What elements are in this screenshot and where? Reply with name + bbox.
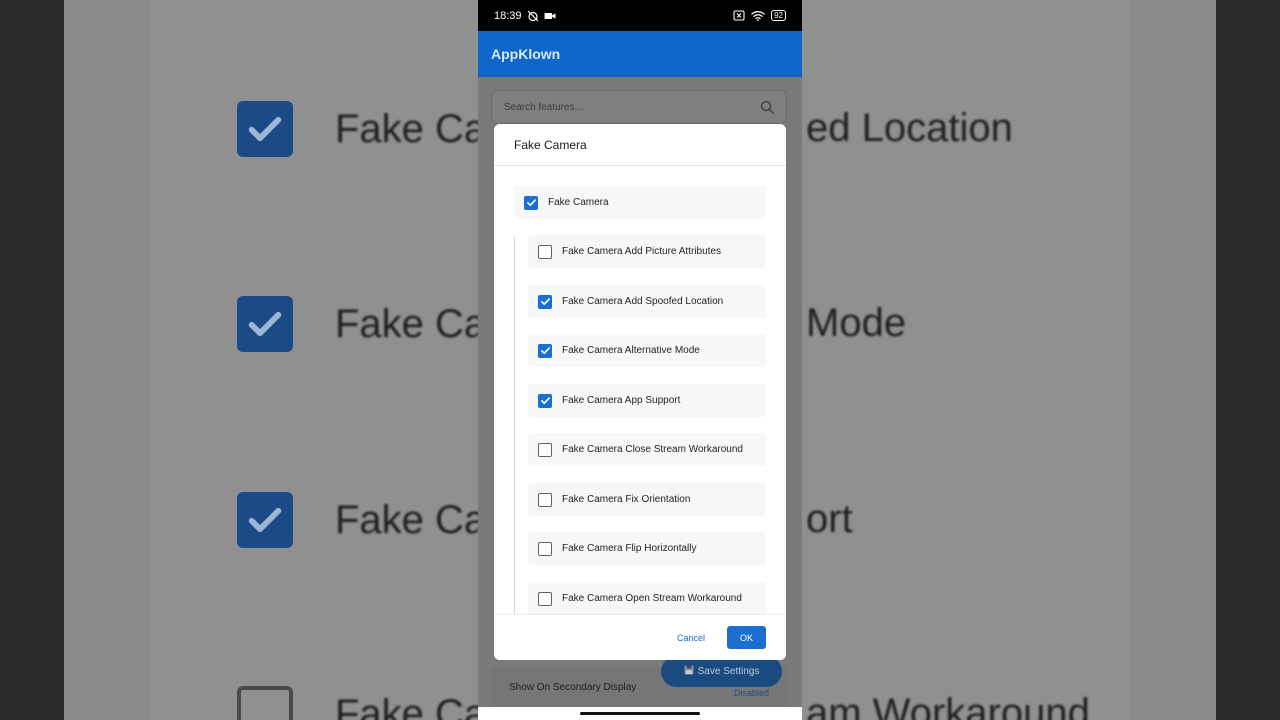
master-checkbox-row[interactable]: Fake Camera [514,186,766,219]
status-bar: 18:39 92 [478,0,802,31]
checkmark-icon [248,311,282,337]
alarm-off-icon [527,10,539,22]
checkmark-icon [526,199,536,206]
search-input[interactable] [504,101,724,113]
status-time: 18:39 [494,9,522,22]
search-icon[interactable] [760,100,774,114]
battery-indicator: 92 [771,10,786,21]
checkbox[interactable] [538,294,552,309]
cancel-button[interactable]: Cancel [667,627,715,649]
search-box[interactable] [491,90,787,124]
background-row-label: Fake Ca [335,497,487,542]
setting-row-label: Show On Secondary Display [509,681,637,693]
checkbox[interactable] [538,393,552,408]
dialog-footer: Cancel OK [494,614,786,660]
background-row-right-label: am Workaround [806,691,1090,720]
navigation-bar [478,707,802,720]
checkmark-icon [248,507,282,533]
option-label: Fake Camera App Support [562,395,681,406]
background-row-right-label: Mode [806,301,907,345]
background-checkbox [237,492,293,548]
ok-button[interactable]: OK [727,626,766,649]
save-settings-button[interactable]: Save Settings [661,656,782,687]
background-row: Fake Ca [237,294,486,354]
home-handle[interactable] [580,712,700,715]
wifi-icon [751,10,765,21]
background-checkbox [237,101,293,157]
checkmark-icon [248,116,282,142]
checkmark-icon [540,298,550,305]
background-checkbox [237,296,293,352]
option-label: Fake Camera Flip Horizontally [562,543,697,554]
option-row[interactable]: Fake Camera Open Stream Workaround [528,582,766,614]
fake-camera-dialog: Fake Camera Fake Camera Fake Camera Add … [494,124,786,660]
checkbox[interactable] [538,591,552,606]
dialog-body: Fake Camera Fake Camera Add Picture Attr… [494,166,786,614]
floppy-disk-icon [684,665,694,678]
video-camera-icon [544,11,556,21]
checkbox[interactable] [538,442,552,457]
option-row[interactable]: Fake Camera Add Picture Attributes [528,235,766,268]
checkbox[interactable] [538,244,552,259]
background-row-right-label: ort [806,497,853,541]
app-bar: AppKlown [478,31,802,77]
option-label: Fake Camera Fix Orientation [562,494,691,505]
tree-indent-line [514,236,515,614]
app-title: AppKlown [491,46,561,62]
background-row-label: Fake Ca [335,691,487,720]
checkbox-label: Fake Camera [548,197,609,208]
option-row[interactable]: Fake Camera Add Spoofed Location [528,285,766,318]
option-row[interactable]: Fake Camera Flip Horizontally [528,532,766,565]
option-row[interactable]: Fake Camera Close Stream Workaround [528,433,766,466]
save-settings-label: Save Settings [697,666,760,677]
checkbox[interactable] [538,541,552,556]
background-row-right-label: ed Location [806,106,1013,150]
checkmark-icon [540,347,550,354]
checkbox[interactable] [538,343,552,358]
option-row[interactable]: Fake Camera App Support [528,384,766,417]
option-label: Fake Camera Open Stream Workaround [562,593,742,604]
background-checkbox [237,686,293,720]
checkbox[interactable] [524,195,538,210]
setting-row-status: Disabled [733,688,769,698]
background-row: Fake Ca [237,490,486,550]
option-label: Fake Camera Alternative Mode [562,345,700,356]
background-row: Fake Ca [237,99,486,159]
checkbox[interactable] [538,492,552,507]
background-row-label: Fake Ca [335,106,487,151]
option-row[interactable]: Fake Camera Fix Orientation [528,483,766,516]
option-label: Fake Camera Add Spoofed Location [562,296,724,307]
option-label: Fake Camera Add Picture Attributes [562,246,721,257]
background-row-label: Fake Ca [335,301,487,346]
option-row[interactable]: Fake Camera Alternative Mode [528,334,766,367]
checkmark-icon [540,397,550,404]
dialog-title: Fake Camera [514,137,587,152]
background-row: Fake Ca [237,684,486,720]
option-label: Fake Camera Close Stream Workaround [562,444,743,455]
no-sim-icon [733,10,745,21]
dialog-header: Fake Camera [494,124,786,166]
